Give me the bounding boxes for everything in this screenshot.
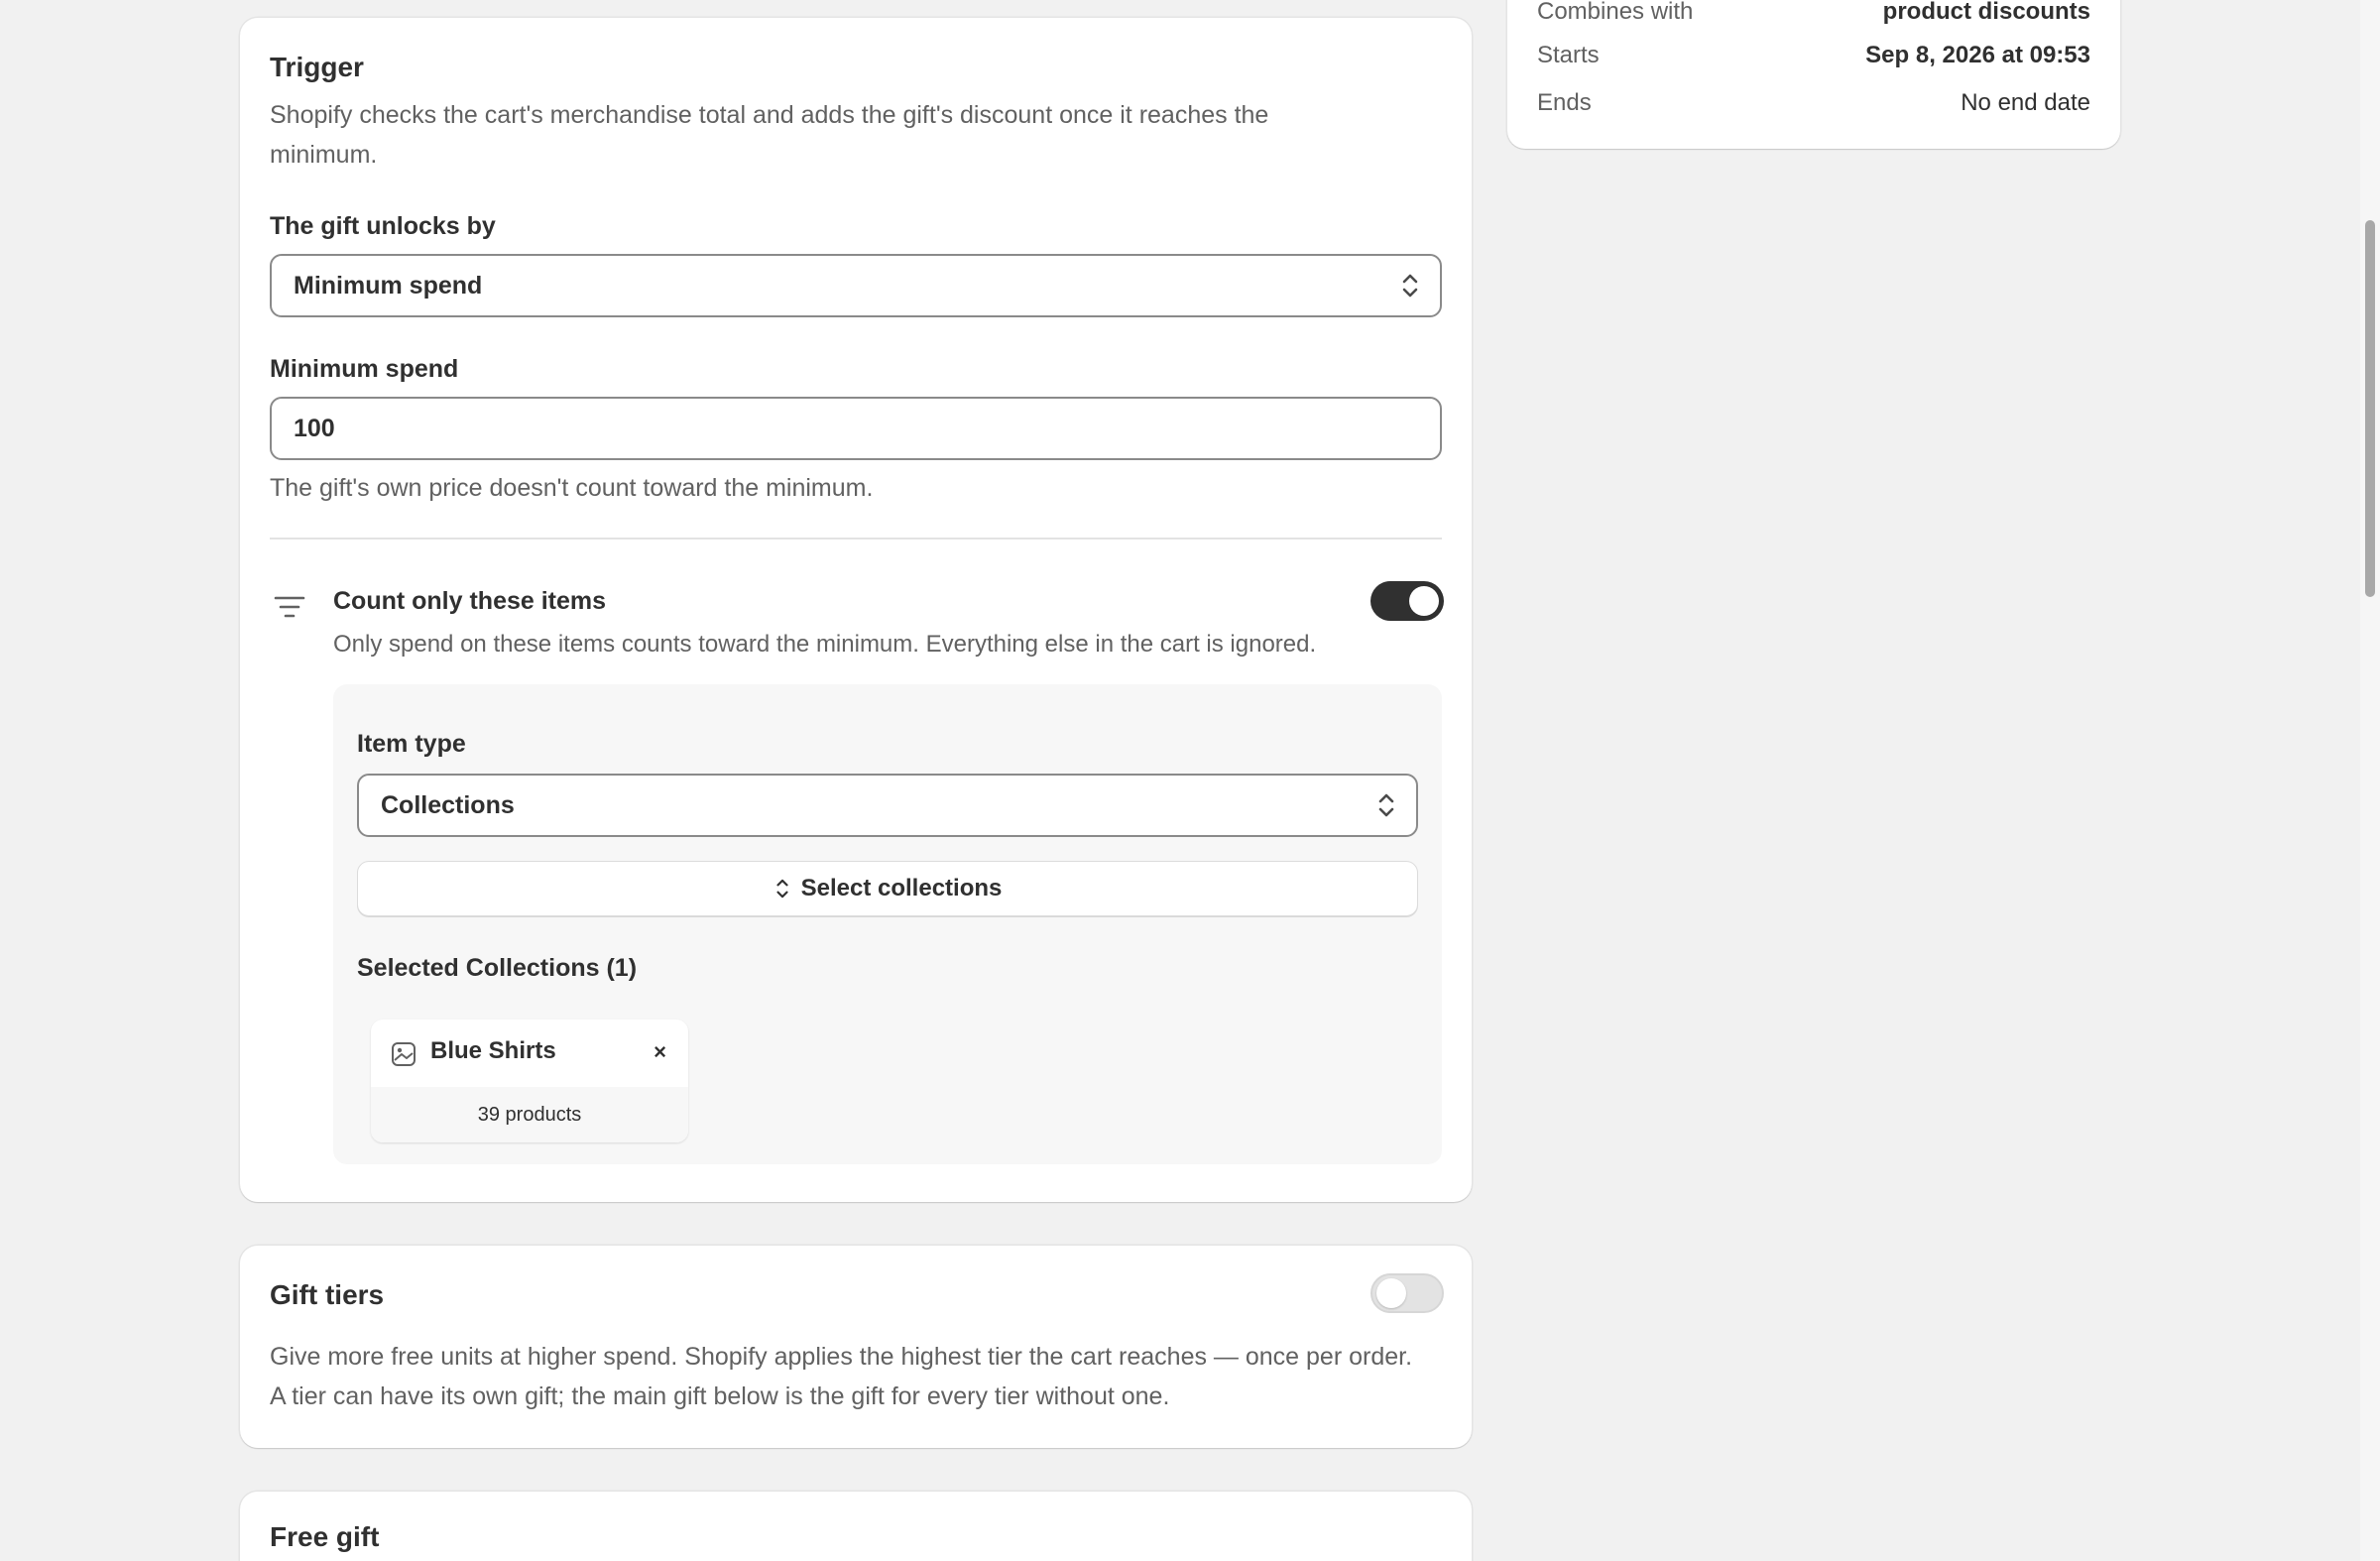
min-spend-input[interactable]: 100 (270, 397, 1442, 460)
item-type-value: Collections (381, 790, 515, 819)
item-type-select[interactable]: Collections (357, 774, 1418, 837)
count-only-toggle[interactable] (1370, 581, 1444, 621)
item-type-panel: Item type Collections Select collections… (333, 684, 1442, 1164)
min-spend-help: The gift's own price doesn't count towar… (270, 474, 874, 502)
trigger-card: Trigger Shopify checks the cart's mercha… (240, 18, 1472, 1202)
summary-row-ends: Ends No end date (1537, 89, 2090, 117)
unlock-select-value: Minimum spend (294, 271, 483, 300)
gift-tiers-toggle[interactable] (1370, 1273, 1444, 1313)
count-only-description: Only spend on these items counts toward … (333, 631, 1317, 658)
trigger-description: Shopify checks the cart's merchandise to… (270, 101, 1269, 169)
free-gift-title: Free gift (270, 1521, 380, 1552)
selected-collections-heading: Selected Collections (1) (357, 954, 638, 982)
unlock-label: The gift unlocks by (270, 212, 496, 240)
trigger-title: Trigger (270, 52, 364, 82)
summary-row-starts: Starts Sep 8, 2026 at 09:53 (1537, 42, 2090, 69)
gift-tiers-card: Gift tiers Give more free units at highe… (240, 1246, 1472, 1448)
collection-card: Blue Shirts × 39 products (371, 1020, 688, 1142)
free-gift-card: Free gift (240, 1492, 1472, 1561)
filter-icon (274, 596, 305, 618)
combines-value: product discounts (1882, 0, 2090, 25)
section-divider (270, 538, 1442, 540)
remove-collection-button[interactable]: × (654, 1039, 666, 1065)
page-scrollbar[interactable] (2360, 0, 2380, 1561)
chevron-up-down-icon (1378, 793, 1394, 817)
ends-label: Ends (1537, 89, 1592, 116)
toggle-knob (1376, 1278, 1406, 1308)
min-spend-label: Minimum spend (270, 355, 459, 383)
collection-name: Blue Shirts (430, 1037, 556, 1064)
min-spend-value: 100 (294, 414, 335, 442)
gift-tiers-title: Gift tiers (270, 1279, 385, 1310)
gift-tiers-description: Give more free units at higher spend. Sh… (270, 1343, 1413, 1410)
ends-value: No end date (1961, 89, 2090, 116)
summary-row-combines: Combines with product discounts (1537, 0, 2090, 26)
item-type-label: Item type (357, 730, 466, 758)
unlock-select[interactable]: Minimum spend (270, 254, 1442, 317)
select-collections-label: Select collections (800, 875, 1003, 901)
image-placeholder-icon (392, 1042, 416, 1066)
combines-label: Combines with (1537, 0, 1694, 25)
count-only-title: Count only these items (333, 587, 607, 615)
scrollbar-thumb[interactable] (2365, 220, 2375, 597)
chevron-up-down-icon (1402, 274, 1418, 298)
chevron-up-down-icon (776, 879, 788, 899)
collection-product-count: 39 products (477, 1103, 582, 1126)
starts-label: Starts (1537, 42, 1600, 68)
starts-value: Sep 8, 2026 at 09:53 (1865, 42, 2090, 68)
select-collections-button[interactable]: Select collections (357, 861, 1418, 916)
collection-count-bar: 39 products (371, 1087, 688, 1142)
toggle-knob (1409, 586, 1439, 616)
summary-card: Combines with product discounts Starts S… (1507, 0, 2120, 149)
